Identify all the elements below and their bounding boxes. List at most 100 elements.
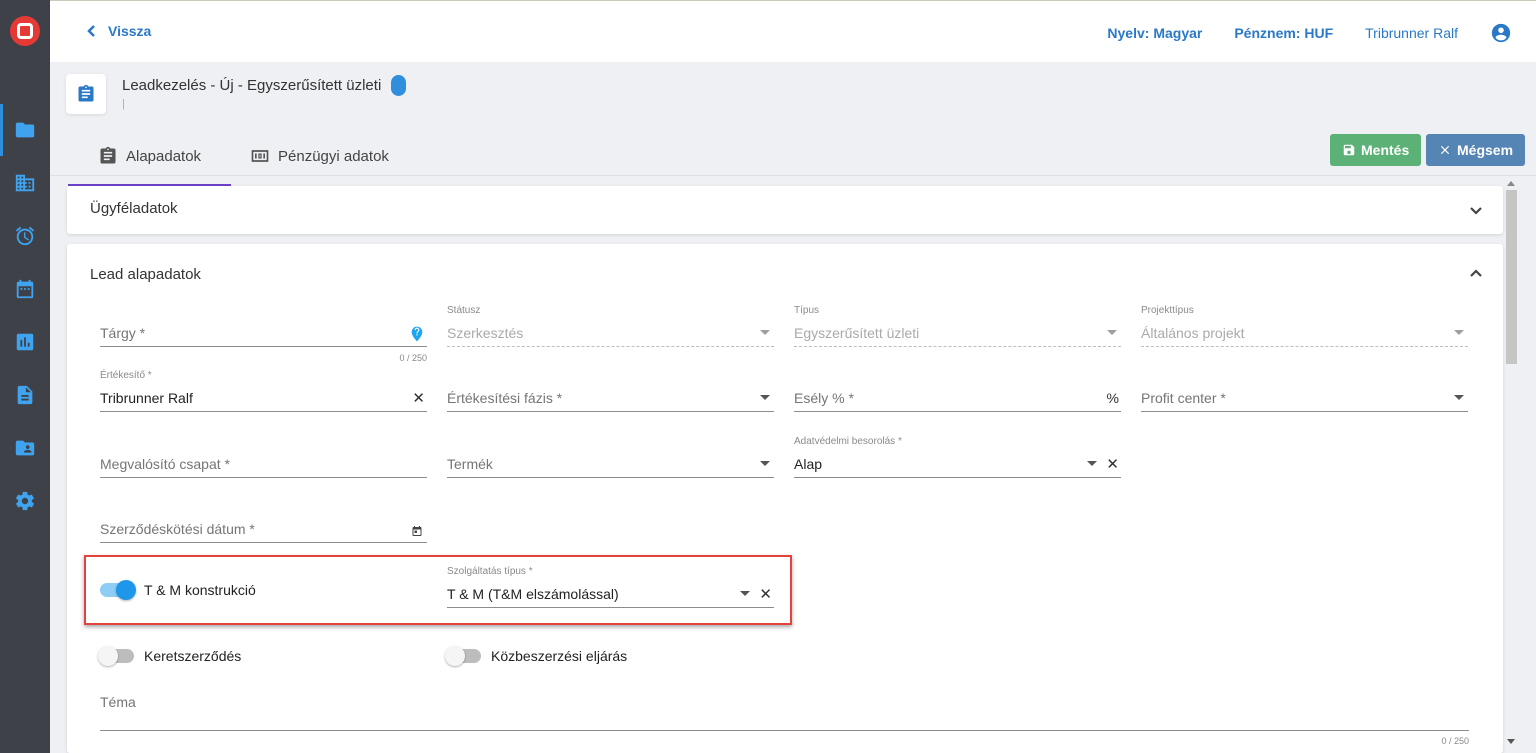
privacy-label: Adatvédelmi besorolás *: [794, 436, 902, 447]
chevron-up-icon[interactable]: [1469, 266, 1483, 280]
document-icon[interactable]: [0, 375, 50, 415]
sidebar: [0, 0, 50, 753]
floppy-disk-icon: [1343, 144, 1355, 156]
clear-icon[interactable]: ✕: [412, 391, 425, 406]
topic-textarea[interactable]: Téma 0 / 250: [100, 692, 1469, 746]
service-type-label: Szolgáltatás típus *: [447, 566, 533, 577]
dropdown-caret-icon: [1454, 330, 1464, 335]
toggle-switch: [98, 646, 134, 666]
sales-phase-select[interactable]: Értékesítési fázis *: [447, 372, 774, 412]
project-type-select: Projekttípus Általános projekt: [1141, 305, 1468, 347]
alarm-clock-icon[interactable]: [0, 216, 50, 256]
dropdown-caret-icon[interactable]: [740, 591, 750, 596]
probability-placeholder: Esély % *: [794, 390, 854, 406]
tab-penzugyi-adatok[interactable]: Pénzügyi adatok: [250, 138, 389, 174]
clear-icon[interactable]: ✕: [1106, 457, 1119, 472]
tm-toggle-label: T & M konstrukció: [144, 582, 256, 598]
help-icon[interactable]: [409, 326, 425, 342]
project-type-value: Általános projekt: [1141, 325, 1245, 341]
page-header: Leadkezelés - Új - Egyszerűsített üzleti…: [50, 62, 1536, 126]
probability-input[interactable]: Esély % * %: [794, 372, 1121, 412]
account-circle-icon[interactable]: [1490, 22, 1512, 44]
tab-alapadatok[interactable]: Alapadatok: [67, 138, 232, 186]
product-placeholder: Termék: [447, 456, 493, 472]
customer-data-panel[interactable]: Ügyféladatok: [67, 186, 1503, 234]
top-right-menu: Nyelv: Magyar Pénznem: HUF Tribrunner Ra…: [1107, 22, 1512, 44]
dropdown-caret-icon: [760, 330, 770, 335]
currency-selector[interactable]: Pénznem: HUF: [1234, 25, 1333, 41]
page-title: Leadkezelés - Új - Egyszerűsített üzleti: [122, 75, 407, 96]
top-bar: Vissza Nyelv: Magyar Pénznem: HUF Tribru…: [50, 0, 1536, 62]
close-icon: [1440, 145, 1450, 155]
type-value: Egyszerűsített üzleti: [794, 325, 920, 341]
subject-placeholder: Tárgy *: [100, 325, 146, 341]
service-type-select[interactable]: Szolgáltatás típus * T & M (T&M elszámol…: [447, 566, 774, 608]
sales-phase-placeholder: Értékesítési fázis *: [447, 390, 563, 406]
logo-icon: [10, 16, 40, 46]
tm-construction-toggle[interactable]: T & M konstrukció: [100, 580, 256, 600]
team-input[interactable]: Megvalósító csapat *: [100, 438, 427, 478]
dropdown-caret-icon: [760, 395, 770, 400]
chevron-left-icon: [87, 25, 95, 37]
status-pill: [391, 75, 407, 96]
cancel-button[interactable]: Mégsem: [1426, 134, 1526, 166]
scroll-up-arrow-icon[interactable]: [1507, 181, 1515, 186]
folder-icon[interactable]: [0, 104, 50, 156]
contact-folder-icon[interactable]: [0, 428, 50, 468]
dropdown-caret-icon: [1107, 330, 1117, 335]
tab-bar: Alapadatok Pénzügyi adatok Mentés Mégsem: [50, 126, 1536, 186]
contract-date-placeholder: Szerződéskötési dátum *: [100, 521, 255, 537]
privacy-select[interactable]: Adatvédelmi besorolás * Alap ✕: [794, 436, 1121, 478]
chevron-down-icon[interactable]: [1469, 204, 1483, 218]
percent-suffix: %: [1106, 390, 1119, 406]
bar-chart-icon[interactable]: [0, 322, 50, 362]
sales-person-label: Értékesítő *: [100, 370, 152, 381]
tab-label: Alapadatok: [126, 147, 202, 165]
type-label: Típus: [794, 305, 820, 316]
scroll-thumb[interactable]: [1506, 190, 1517, 364]
clipboard-icon: [66, 74, 106, 114]
tab-label: Pénzügyi adatok: [278, 147, 389, 165]
status-label: Státusz: [447, 305, 481, 316]
clipboard-tab-icon: [100, 146, 116, 164]
language-selector[interactable]: Nyelv: Magyar: [1107, 25, 1202, 41]
public-procurement-toggle[interactable]: Közbeszerzési eljárás: [445, 646, 627, 666]
subject-field[interactable]: Tárgy * 0 / 250: [100, 307, 427, 363]
gear-icon[interactable]: [0, 481, 50, 521]
scroll-down-arrow-icon[interactable]: [1507, 739, 1515, 744]
save-button[interactable]: Mentés: [1330, 134, 1422, 166]
project-type-label: Projekttípus: [1141, 305, 1194, 316]
team-placeholder: Megvalósító csapat *: [100, 456, 230, 472]
building-icon[interactable]: [0, 163, 50, 203]
frame-contract-toggle[interactable]: Keretszerződés: [98, 646, 242, 666]
calendar-picker-icon[interactable]: [411, 524, 423, 536]
dropdown-caret-icon: [1454, 395, 1464, 400]
app-logo[interactable]: [0, 0, 50, 62]
lead-panel-title: Lead alapadatok: [90, 266, 201, 283]
back-link[interactable]: Vissza: [86, 23, 151, 39]
subject-counter: 0 / 250: [399, 353, 427, 363]
profit-center-select[interactable]: Profit center *: [1141, 372, 1468, 412]
product-select[interactable]: Termék: [447, 438, 774, 478]
status-value: Szerkesztés: [447, 325, 524, 341]
type-select: Típus Egyszerűsített üzleti: [794, 305, 1121, 347]
calendar-icon[interactable]: [0, 269, 50, 309]
frame-toggle-label: Keretszerződés: [144, 648, 242, 664]
cancel-label: Mégsem: [1457, 142, 1514, 158]
toggle-switch: [100, 580, 136, 600]
sales-person-select[interactable]: Értékesítő * Tribrunner Ralf ✕: [100, 370, 427, 412]
user-name[interactable]: Tribrunner Ralf: [1365, 25, 1458, 41]
money-icon: [251, 150, 269, 162]
page-subtitle: |: [122, 98, 125, 110]
customer-panel-title: Ügyféladatok: [90, 200, 178, 217]
dropdown-caret-icon[interactable]: [1087, 461, 1097, 466]
scrollbar[interactable]: [1503, 178, 1519, 748]
clear-icon[interactable]: ✕: [759, 587, 772, 602]
contract-date-input[interactable]: Szerződéskötési dátum *: [100, 503, 427, 543]
privacy-value: Alap: [794, 456, 823, 472]
toggle-switch: [445, 646, 481, 666]
topic-counter: 0 / 250: [1441, 736, 1469, 746]
status-select: Státusz Szerkesztés: [447, 305, 774, 347]
save-label: Mentés: [1361, 142, 1410, 158]
dropdown-caret-icon: [760, 461, 770, 466]
